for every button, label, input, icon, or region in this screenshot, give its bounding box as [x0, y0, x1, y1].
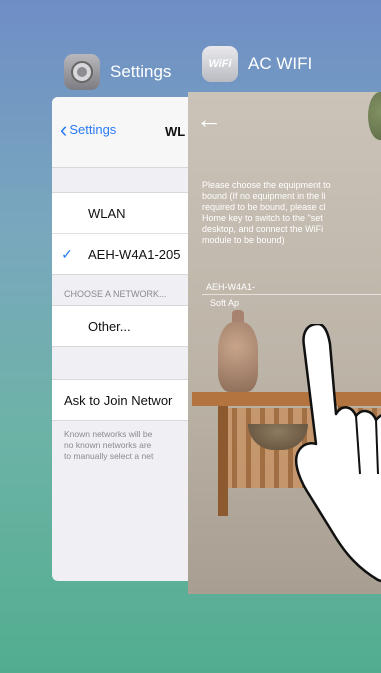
app-switcher-screen: Settings WiFi AC WIFI ‹ Settings WL WLAN… — [0, 0, 381, 673]
instruction-line: Please choose the equipment to — [202, 180, 331, 190]
other-network-group: Other... — [52, 305, 200, 347]
device-mode: Soft Ap — [210, 298, 240, 308]
footer-line: to manually select a net — [64, 451, 154, 461]
hand-swipe-icon — [294, 324, 381, 583]
bench-leg — [218, 406, 228, 516]
settings-nav-bar: ‹ Settings WL — [52, 97, 200, 168]
other-label: Other... — [88, 318, 131, 334]
gear-icon — [64, 54, 100, 90]
plant-decoration — [368, 92, 381, 140]
instruction-line: required to be bound, please cl — [202, 202, 326, 212]
wlan-label: WLAN — [88, 205, 126, 221]
wlan-toggle-row[interactable]: WLAN — [52, 193, 200, 233]
wifi-app-icon: WiFi — [202, 46, 238, 82]
settings-app-card[interactable]: ‹ Settings WL WLAN ✓ AEH-W4A1-205 CHOOSE… — [52, 97, 200, 581]
device-name[interactable]: AEH-W4A1- — [206, 282, 255, 292]
acwifi-app-label[interactable]: WiFi AC WIFI — [202, 46, 312, 82]
settings-app-label[interactable]: Settings — [64, 54, 171, 90]
ask-to-join-group: Ask to Join Networ — [52, 379, 200, 421]
choose-network-header: CHOOSE A NETWORK... — [64, 289, 167, 299]
other-network-row[interactable]: Other... — [52, 306, 200, 346]
chevron-left-icon: ‹ — [60, 117, 68, 142]
footer-line: Known networks will be — [64, 429, 153, 439]
ask-to-join-label: Ask to Join Networ — [64, 392, 173, 408]
instruction-line: desktop, and connect the WiFi — [202, 224, 324, 234]
settings-back-button[interactable]: ‹ Settings — [60, 117, 117, 142]
connected-network-name: AEH-W4A1-205 — [88, 246, 181, 262]
instruction-text: Please choose the equipment to bound (If… — [202, 180, 381, 246]
checkmark-icon: ✓ — [61, 245, 73, 262]
ask-to-join-row[interactable]: Ask to Join Networ — [52, 380, 200, 420]
wlan-group: WLAN ✓ AEH-W4A1-205 — [52, 192, 200, 275]
page-title: WL — [165, 124, 186, 139]
acwifi-app-name: AC WIFI — [248, 54, 313, 73]
instruction-line: module to be bound) — [202, 235, 285, 245]
instruction-line: Home key to switch to the "set — [202, 213, 323, 223]
connected-network-row[interactable]: ✓ AEH-W4A1-205 — [52, 233, 200, 274]
device-divider — [202, 294, 381, 295]
vase-decoration — [218, 322, 258, 392]
back-arrow-icon[interactable]: ← — [196, 106, 222, 132]
acwifi-app-card[interactable]: ← Please choose the equipment to bound (… — [188, 92, 381, 594]
instruction-line: bound (If no equipment in the li — [202, 191, 326, 201]
footer-line: no known networks are — [64, 440, 152, 450]
back-label: Settings — [69, 122, 117, 137]
ask-to-join-footer: Known networks will be no known networks… — [52, 421, 200, 470]
settings-app-name: Settings — [110, 62, 172, 81]
